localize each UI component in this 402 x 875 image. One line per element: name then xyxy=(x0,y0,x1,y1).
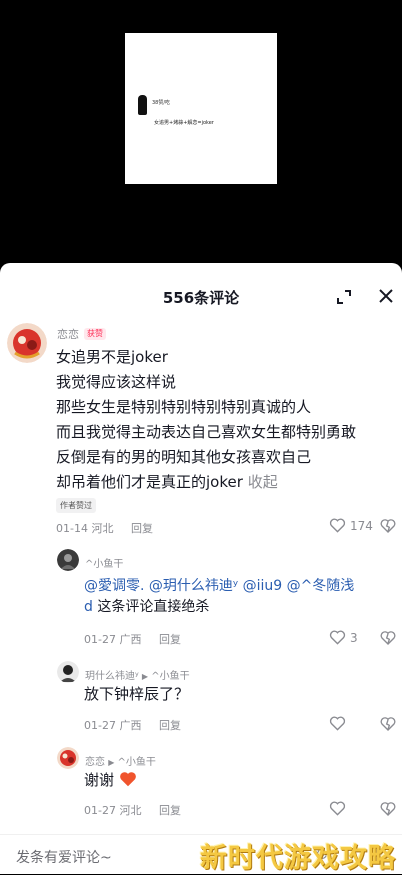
video-frame: 38赞/吃 女追男+烤蒜+解恋=joker xyxy=(125,33,277,184)
reply-location: 广西 xyxy=(119,633,142,646)
reply-mentions: @愛调零. @玥什么祎迪ʸ @iiu9 @^冬随浅 xyxy=(84,576,354,597)
reply-body: 谢谢 xyxy=(84,770,137,791)
reply-button[interactable]: 回复 xyxy=(159,633,181,646)
heart-emoji-icon xyxy=(119,772,136,787)
like-count: 174 xyxy=(350,518,373,533)
like-count: 3 xyxy=(350,630,358,645)
reply-date: 01-27 xyxy=(84,719,116,732)
reply-text: 谢谢 xyxy=(84,771,115,789)
comment-location: 河北 xyxy=(91,522,114,535)
comment-date: 01-14 xyxy=(56,522,88,535)
reply-username-row: 玥什么祎迪ʸ ▶ ^小鱼干 xyxy=(85,667,190,682)
comment-sheet: 556条评论 恋恋 获赞 女追男不是joker 我觉得应该这样说 那些女生是特别… xyxy=(0,263,402,874)
reply-username-row: 恋恋 ▶ ^小鱼干 xyxy=(85,753,156,768)
sheet-header: 556条评论 xyxy=(0,263,402,327)
dislike-icon[interactable] xyxy=(380,518,396,534)
person-silhouette xyxy=(138,95,147,115)
reply-meta: 01-27 广西 回复 xyxy=(84,717,181,733)
video-caption-line1: 38赞/吃 xyxy=(152,100,171,106)
watermark-text: 新时代游戏攻略 xyxy=(200,843,396,874)
like-button[interactable]: 3 xyxy=(329,630,358,645)
reply-location: 广西 xyxy=(119,719,142,732)
fan-badge: 获赞 xyxy=(84,328,106,340)
reply-date: 01-27 xyxy=(84,633,116,646)
like-button[interactable]: 174 xyxy=(329,518,373,533)
dislike-icon[interactable] xyxy=(380,716,396,732)
reply-date: 01-27 xyxy=(84,804,116,817)
comment-line: 那些女生是特别特别特别特别真诚的人 xyxy=(56,398,312,416)
reply-button[interactable]: 回复 xyxy=(159,719,181,732)
reply-username[interactable]: 恋恋 xyxy=(85,757,105,768)
collapse-icon[interactable] xyxy=(336,289,352,305)
reply-button[interactable]: 回复 xyxy=(131,522,153,535)
mention-text[interactable]: @愛调零. @玥什么祎迪ʸ @iiu9 @^冬随浅 xyxy=(84,578,354,594)
comment-meta: 01-14 河北 回复 xyxy=(56,520,153,536)
heart-icon xyxy=(329,801,346,816)
reply-username[interactable]: 玥什么祎迪ʸ xyxy=(85,671,139,682)
comment-username[interactable]: 恋恋 xyxy=(57,326,79,342)
avatar[interactable] xyxy=(57,549,79,571)
comment-line: 却吊着他们才是真正的joker xyxy=(56,473,243,491)
comment-line: 而且我觉得主动表达自己喜欢女生都特别勇敢 xyxy=(56,423,357,441)
heart-icon xyxy=(329,518,346,533)
comment-line: 反倒是有的男的明知其他女孩喜欢自己 xyxy=(56,448,312,466)
comment-line-last: 却吊着他们才是真正的joker 收起 xyxy=(56,470,356,495)
reply-to-username[interactable]: ^小鱼干 xyxy=(151,671,189,682)
author-liked-tag: 作者赞过 xyxy=(56,498,96,513)
heart-icon xyxy=(329,716,346,731)
heart-icon xyxy=(329,630,346,645)
reply-meta: 01-27 河北 回复 xyxy=(84,802,181,818)
reply-text: 放下钟梓辰了？ xyxy=(84,685,190,703)
reply-to-username[interactable]: ^小鱼干 xyxy=(118,757,156,768)
comment-body: 女追男不是joker 我觉得应该这样说 那些女生是特别特别特别特别真诚的人 而且… xyxy=(56,345,356,495)
mention-text[interactable]: d xyxy=(84,599,93,615)
reply-button[interactable]: 回复 xyxy=(159,804,181,817)
close-icon[interactable] xyxy=(378,288,394,304)
reply-body: d 这条评论直接绝杀 xyxy=(84,597,209,618)
reply-meta: 01-27 广西 回复 xyxy=(84,631,181,647)
reply-username[interactable]: ^小鱼干 xyxy=(85,555,123,570)
video-caption-line2: 女追男+烤蒜+解恋=joker xyxy=(154,120,214,126)
dislike-icon[interactable] xyxy=(380,630,396,646)
avatar[interactable] xyxy=(57,661,79,683)
comment-line: 我觉得应该这样说 xyxy=(56,373,177,391)
like-button[interactable] xyxy=(329,801,346,816)
like-button[interactable] xyxy=(329,716,346,731)
video-area[interactable]: 38赞/吃 女追男+烤蒜+解恋=joker xyxy=(0,0,402,263)
reply-location: 河北 xyxy=(119,804,142,817)
collapse-text-link[interactable]: 收起 xyxy=(248,473,278,491)
reply-arrow-icon: ▶ xyxy=(108,758,115,767)
avatar[interactable] xyxy=(7,323,47,363)
reply-arrow-icon: ▶ xyxy=(141,672,149,681)
avatar[interactable] xyxy=(57,747,79,769)
comment-input[interactable]: 发条有爱评论~ xyxy=(16,847,112,867)
reply-text: 这条评论直接绝杀 xyxy=(97,599,210,615)
comment-line: 女追男不是joker xyxy=(56,348,168,366)
dislike-icon[interactable] xyxy=(380,801,396,817)
